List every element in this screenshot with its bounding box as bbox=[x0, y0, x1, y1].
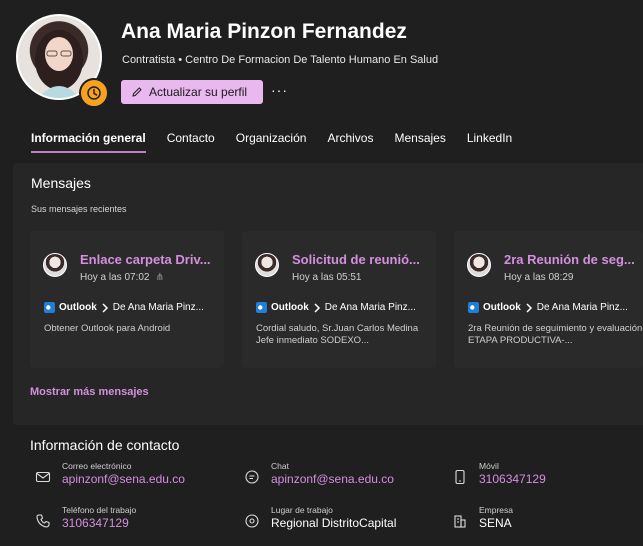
mail-icon bbox=[35, 471, 51, 483]
source-app: Outlook bbox=[483, 302, 521, 313]
contact-label: Chat bbox=[271, 461, 289, 471]
contact-value: SENA bbox=[479, 516, 512, 530]
sender-avatar bbox=[467, 253, 491, 277]
profile-subtitle: Contratista • Centro De Formacion De Tal… bbox=[122, 54, 439, 66]
outlook-icon bbox=[44, 302, 55, 313]
mobile-icon bbox=[455, 469, 465, 485]
message-preview: Obtener Outlook para Android bbox=[44, 323, 171, 334]
away-status-icon bbox=[79, 78, 109, 108]
source-detail: De Ana Maria Pinz... bbox=[324, 302, 416, 313]
source-app: Outlook bbox=[271, 302, 309, 313]
profile-header: Ana Maria Pinzon Fernandez Contratista •… bbox=[0, 0, 643, 118]
contact-section-title: Información de contacto bbox=[30, 437, 180, 453]
contact-value: apinzonf@sena.edu.co bbox=[62, 472, 185, 486]
chevron-right-icon bbox=[314, 302, 320, 313]
source-app: Outlook bbox=[59, 302, 97, 313]
contact-mobile[interactable]: Móvil 3106347129 bbox=[452, 461, 546, 487]
message-card[interactable]: Enlace carpeta Driv... Hoy a las 07:02 ⋔ … bbox=[30, 231, 224, 368]
message-time: Hoy a las 07:02 ⋔ bbox=[80, 272, 164, 283]
contact-work-phone[interactable]: Teléfono del trabajo 3106347129 bbox=[35, 505, 136, 531]
message-title: Enlace carpeta Driv... bbox=[80, 252, 211, 267]
message-card[interactable]: Solicitud de reunió... Hoy a las 05:51 O… bbox=[242, 231, 436, 368]
profile-name: Ana Maria Pinzon Fernandez bbox=[121, 20, 407, 43]
attachment-icon: ⋔ bbox=[155, 272, 164, 283]
more-options-button[interactable]: ··· bbox=[271, 82, 288, 98]
contact-label: Móvil bbox=[479, 461, 499, 471]
location-icon bbox=[245, 514, 259, 528]
update-profile-button[interactable]: Actualizar su perfil bbox=[121, 80, 263, 104]
update-profile-label: Actualizar su perfil bbox=[149, 85, 248, 99]
messages-subtitle: Sus mensajes recientes bbox=[31, 204, 127, 214]
source-detail: De Ana Maria Pinz... bbox=[536, 302, 628, 313]
contact-company: Empresa SENA bbox=[452, 505, 513, 531]
sender-avatar bbox=[255, 253, 279, 277]
message-source: Outlook De Ana Maria Pinz... bbox=[468, 302, 628, 313]
phone-icon bbox=[36, 514, 50, 528]
source-detail: De Ana Maria Pinz... bbox=[112, 302, 204, 313]
show-more-messages-link[interactable]: Mostrar más mensajes bbox=[30, 386, 149, 398]
message-preview: 2ra Reunión de seguimiento y evaluación-… bbox=[468, 323, 643, 346]
building-icon bbox=[454, 515, 466, 528]
profile-tabs: Información general Contacto Organizació… bbox=[31, 131, 533, 153]
contact-value: apinzonf@sena.edu.co bbox=[271, 472, 394, 486]
contact-label: Lugar de trabajo bbox=[271, 505, 333, 515]
contact-label: Correo electrónico bbox=[62, 461, 132, 471]
message-source: Outlook De Ana Maria Pinz... bbox=[44, 302, 204, 313]
tab-linkedin[interactable]: LinkedIn bbox=[467, 131, 512, 153]
contact-chat[interactable]: Chat apinzonf@sena.edu.co bbox=[244, 461, 394, 487]
message-title: Solicitud de reunió... bbox=[292, 252, 420, 267]
chat-icon bbox=[245, 470, 259, 484]
contact-email[interactable]: Correo electrónico apinzonf@sena.edu.co bbox=[35, 461, 185, 487]
contact-value: 3106347129 bbox=[62, 516, 129, 530]
tab-archivos[interactable]: Archivos bbox=[327, 131, 373, 153]
pencil-icon bbox=[132, 87, 142, 97]
contact-value: Regional DistritoCapital bbox=[271, 516, 397, 530]
tab-informacion-general[interactable]: Información general bbox=[31, 131, 146, 153]
sender-avatar bbox=[43, 253, 67, 277]
chevron-right-icon bbox=[102, 302, 108, 313]
message-time: Hoy a las 08:29 bbox=[504, 272, 574, 283]
chevron-right-icon bbox=[526, 302, 532, 313]
contact-workplace: Lugar de trabajo Regional DistritoCapital bbox=[244, 505, 396, 531]
message-time: Hoy a las 05:51 bbox=[292, 272, 362, 283]
message-preview: Cordial saludo, Sr.Juan Carlos Medina Je… bbox=[256, 323, 419, 346]
tab-organizacion[interactable]: Organización bbox=[236, 131, 307, 153]
outlook-icon bbox=[256, 302, 267, 313]
messages-title: Mensajes bbox=[31, 175, 91, 191]
tab-mensajes[interactable]: Mensajes bbox=[394, 131, 445, 153]
contact-label: Empresa bbox=[479, 505, 514, 515]
message-source: Outlook De Ana Maria Pinz... bbox=[256, 302, 416, 313]
message-card[interactable]: 2ra Reunión de seg... Hoy a las 08:29 Ou… bbox=[454, 231, 643, 368]
contact-label: Teléfono del trabajo bbox=[62, 505, 137, 515]
message-title: 2ra Reunión de seg... bbox=[504, 252, 635, 267]
messages-section: Mensajes Sus mensajes recientes Enlace c… bbox=[13, 163, 643, 425]
profile-avatar[interactable] bbox=[16, 14, 109, 108]
tab-contacto[interactable]: Contacto bbox=[167, 131, 215, 153]
outlook-icon bbox=[468, 302, 479, 313]
contact-value: 3106347129 bbox=[479, 472, 546, 486]
